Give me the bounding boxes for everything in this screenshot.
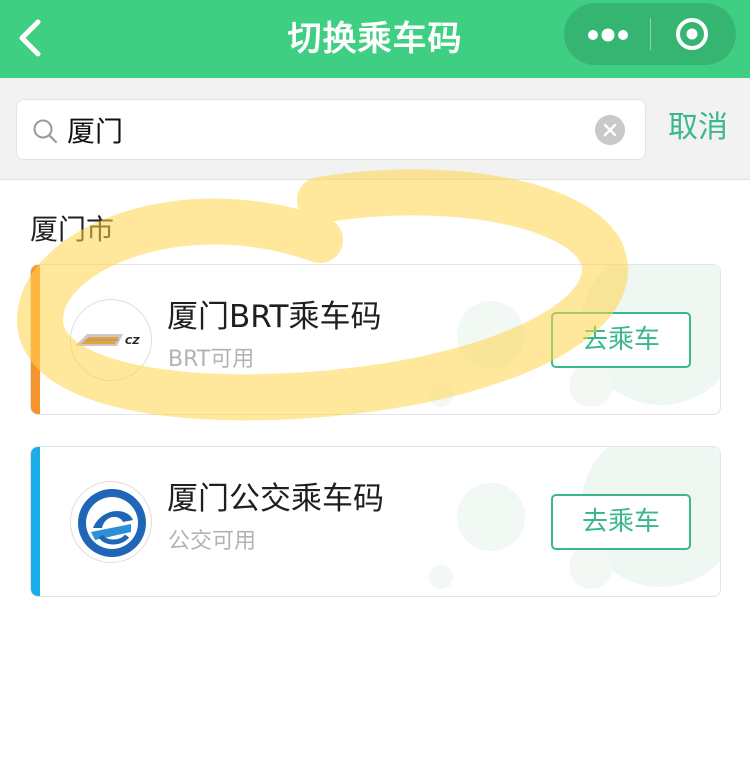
go-ride-button[interactable]: 去乘车 — [551, 494, 691, 550]
more-button[interactable] — [564, 3, 650, 65]
search-bar-area: 取消 — [0, 78, 750, 180]
search-input[interactable] — [67, 100, 587, 159]
cancel-button[interactable]: 取消 — [668, 106, 728, 150]
card-status: 公交可用 — [168, 529, 257, 554]
target-circle-icon — [676, 18, 708, 50]
brt-logo-icon: CZ — [70, 299, 152, 381]
card-status: BRT可用 — [168, 347, 255, 372]
card-name: 厦门BRT乘车码 — [167, 299, 382, 335]
section-title: 厦门市 — [30, 213, 115, 246]
card-accent-bar — [31, 265, 40, 414]
title-bar: 切换乘车码 — [0, 0, 750, 78]
card-accent-bar — [31, 447, 40, 596]
bus-company-logo-icon — [70, 481, 152, 563]
card-name: 厦门公交乘车码 — [167, 481, 384, 517]
close-button[interactable] — [651, 3, 736, 65]
mini-program-capsule — [564, 3, 736, 65]
more-dots-icon — [588, 28, 628, 42]
clear-button[interactable] — [595, 115, 625, 145]
card-bus[interactable]: 厦门公交乘车码 公交可用 去乘车 — [30, 446, 721, 597]
search-icon — [33, 119, 58, 144]
clear-icon — [603, 123, 617, 137]
go-ride-button[interactable]: 去乘车 — [551, 312, 691, 368]
svg-text:CZ: CZ — [125, 336, 140, 347]
card-brt[interactable]: CZ 厦门BRT乘车码 BRT可用 去乘车 — [30, 264, 721, 415]
search-box — [16, 99, 646, 160]
